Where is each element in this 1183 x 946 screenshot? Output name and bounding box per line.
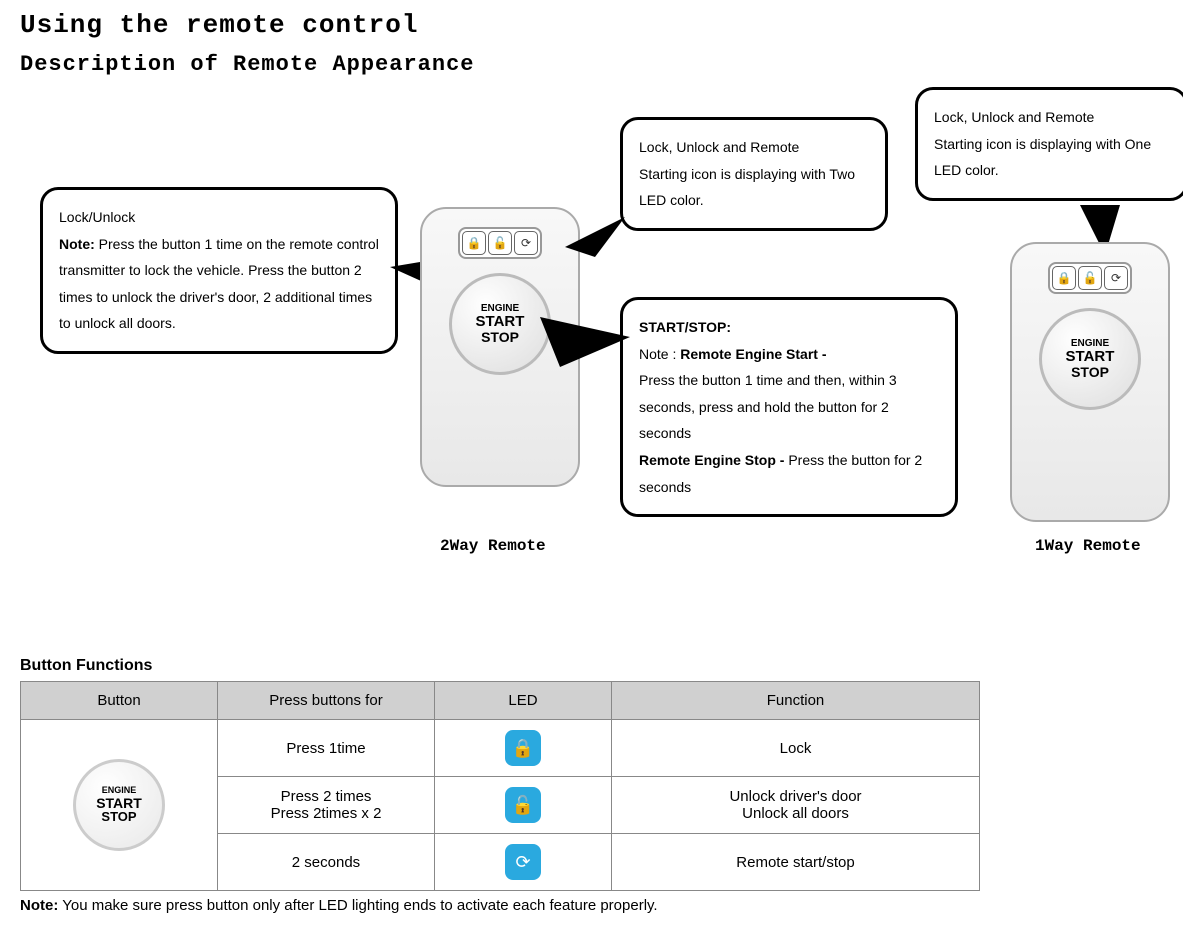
engine-label-2: START — [96, 796, 142, 811]
note-label: Note : — [639, 346, 676, 362]
engine-start-stop-button: ENGINE START STOP — [449, 273, 551, 375]
lock-icon: 🔒 — [505, 730, 541, 766]
cell-led: ⟳ — [435, 834, 612, 891]
lock-icon: 🔒 — [462, 231, 486, 255]
cell-function: Remote start/stop — [612, 834, 980, 891]
lock-icon: 🔒 — [1052, 266, 1076, 290]
engine-start-stop-button: ENGINE START STOP — [1039, 308, 1141, 410]
remote-icon-row: 🔒 🔓 ⟳ — [1048, 262, 1132, 294]
callout-two-led: Lock, Unlock and Remote Starting icon is… — [620, 117, 888, 231]
start-body: Press the button 1 time and then, within… — [639, 367, 939, 447]
cell-press: Press 2 times Press 2times x 2 — [218, 777, 435, 834]
cell-press-line: Press 2 times — [226, 788, 426, 805]
callout-one-led: Lock, Unlock and Remote Starting icon is… — [915, 87, 1183, 201]
note-text: You make sure press button only after LE… — [62, 897, 657, 914]
callout-line: Starting icon is displaying with Two LED… — [639, 161, 869, 214]
cell-press: 2 seconds — [218, 834, 435, 891]
section-title-appearance: Description of Remote Appearance — [20, 52, 1163, 77]
callout-line: Starting icon is displaying with One LED… — [934, 131, 1169, 184]
col-button: Button — [21, 682, 218, 720]
callout-heading: Lock/Unlock — [59, 204, 379, 231]
engine-label-3: STOP — [101, 810, 136, 824]
diagram-area: Lock/Unlock Note: Press the button 1 tim… — [20, 87, 1163, 647]
cell-function: Lock — [612, 720, 980, 777]
remote-start-icon: ⟳ — [1104, 266, 1128, 290]
unlock-icon: 🔓 — [1078, 266, 1102, 290]
remote-2way-label: 2Way Remote — [440, 537, 546, 555]
remote-1way: 🔒 🔓 ⟳ ENGINE START STOP — [1010, 242, 1170, 522]
start-bold: Remote Engine Start - — [680, 346, 826, 362]
engine-label-2: START — [476, 314, 525, 330]
callout-line: Lock, Unlock and Remote — [639, 134, 869, 161]
cell-press: Press 1time — [218, 720, 435, 777]
cell-led: 🔒 — [435, 720, 612, 777]
cell-func-line: Unlock driver's door — [620, 788, 971, 805]
remote-1way-label: 1Way Remote — [1035, 537, 1141, 555]
engine-label-3: STOP — [1071, 365, 1109, 380]
col-press: Press buttons for — [218, 682, 435, 720]
table-row: ENGINE START STOP Press 1time 🔒 Lock — [21, 720, 980, 777]
callout-body: Note: Press the button 1 time on the rem… — [59, 231, 379, 337]
callout-heading: START/STOP: — [639, 314, 939, 341]
callout-line: Remote Engine Stop - Press the button fo… — [639, 447, 939, 500]
cell-func-line: Unlock all doors — [620, 805, 971, 822]
col-function: Function — [612, 682, 980, 720]
remote-icon-row: 🔒 🔓 ⟳ — [458, 227, 542, 259]
note-label: Note: — [59, 236, 95, 252]
footer-note: Note: You make sure press button only af… — [20, 897, 1163, 914]
remote-start-icon: ⟳ — [505, 844, 541, 880]
cell-press-line: Press 2times x 2 — [226, 805, 426, 822]
section-title-functions: Button Functions — [20, 657, 1163, 675]
callout-start-stop: START/STOP: Note : Remote Engine Start -… — [620, 297, 958, 517]
engine-label-2: START — [1066, 349, 1115, 365]
col-led: LED — [435, 682, 612, 720]
button-functions-table: Button Press buttons for LED Function EN… — [20, 681, 980, 891]
page-title: Using the remote control — [20, 10, 1163, 40]
callout-line: Note : Remote Engine Start - — [639, 341, 939, 368]
pointer-start-stop — [540, 317, 630, 377]
cell-led: 🔓 — [435, 777, 612, 834]
note-label: Note: — [20, 897, 58, 914]
engine-start-stop-button: ENGINE START STOP — [73, 759, 165, 851]
table-header-row: Button Press buttons for LED Function — [21, 682, 980, 720]
note-text: Press the button 1 time on the remote co… — [59, 236, 379, 332]
cell-function: Unlock driver's door Unlock all doors — [612, 777, 980, 834]
engine-label-3: STOP — [481, 330, 519, 345]
unlock-icon: 🔓 — [505, 787, 541, 823]
callout-lock-unlock: Lock/Unlock Note: Press the button 1 tim… — [40, 187, 398, 354]
pointer-two-led — [565, 217, 625, 257]
unlock-icon: 🔓 — [488, 231, 512, 255]
cell-button-graphic: ENGINE START STOP — [21, 720, 218, 891]
callout-line: Lock, Unlock and Remote — [934, 104, 1169, 131]
stop-bold: Remote Engine Stop - — [639, 452, 784, 468]
remote-start-icon: ⟳ — [514, 231, 538, 255]
